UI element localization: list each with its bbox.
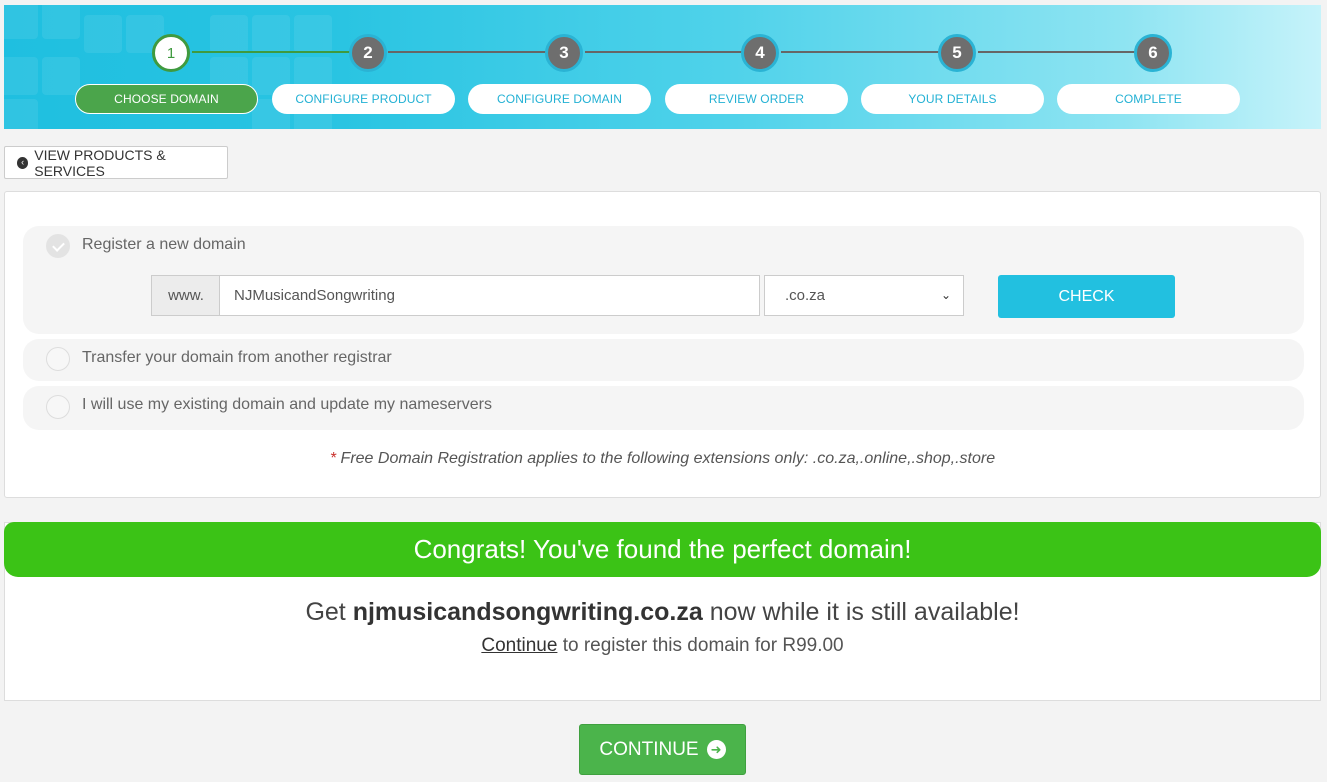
required-asterisk: * bbox=[329, 450, 337, 467]
step-5-label[interactable]: YOUR DETAILS bbox=[861, 84, 1044, 114]
view-products-label: VIEW PRODUCTS & SERVICES bbox=[34, 146, 166, 179]
tld-select[interactable]: .co.za ⌄ bbox=[764, 275, 964, 316]
step-6-label[interactable]: COMPLETE bbox=[1057, 84, 1240, 114]
step-3-number: 3 bbox=[545, 34, 583, 72]
step-connector bbox=[781, 51, 941, 53]
step-connector bbox=[585, 51, 745, 53]
step-4-label[interactable]: REVIEW ORDER bbox=[665, 84, 848, 114]
www-prefix: www. bbox=[151, 275, 220, 316]
get-prefix: Get bbox=[305, 598, 346, 626]
register-domain-label: Register a new domain bbox=[82, 236, 246, 253]
step-connector bbox=[978, 51, 1138, 53]
step-2-number: 2 bbox=[349, 34, 387, 72]
check-button[interactable]: CHECK bbox=[998, 275, 1175, 318]
view-products-button[interactable]: ‹ VIEW PRODUCTS & SERVICES bbox=[4, 146, 228, 179]
domain-available-box: Congrats! You've found the perfect domai… bbox=[4, 522, 1321, 701]
free-domain-note: * Free Domain Registration applies to th… bbox=[5, 450, 1320, 468]
register-price-text: to register this domain for R99.00 bbox=[562, 635, 844, 656]
transfer-domain-option[interactable]: Transfer your domain from another regist… bbox=[23, 339, 1304, 381]
domain-choice-panel: Register a new domain www. .co.za ⌄ CHEC… bbox=[4, 191, 1321, 498]
step-6-number: 6 bbox=[1134, 34, 1172, 72]
congrats-heading: Congrats! You've found the perfect domai… bbox=[4, 522, 1321, 577]
continue-link[interactable]: Continue bbox=[481, 635, 557, 656]
step-3-label[interactable]: CONFIGURE DOMAIN bbox=[468, 84, 651, 114]
step-connector bbox=[192, 51, 352, 53]
arrow-right-circle-icon: ➜ bbox=[706, 740, 726, 759]
step-5-number: 5 bbox=[938, 34, 976, 72]
step-1-number: 1 bbox=[152, 34, 190, 72]
register-domain-radio[interactable] bbox=[46, 234, 70, 258]
step-1-label[interactable]: CHOOSE DOMAIN bbox=[75, 84, 258, 114]
step-4-number: 4 bbox=[741, 34, 779, 72]
free-domain-note-text: Free Domain Registration applies to the … bbox=[340, 450, 996, 467]
available-domain: njmusicandsongwriting.co.za bbox=[352, 598, 703, 626]
register-domain-option[interactable]: Register a new domain www. .co.za ⌄ CHEC… bbox=[23, 226, 1304, 334]
existing-domain-radio[interactable] bbox=[46, 395, 70, 419]
chevron-down-icon: ⌄ bbox=[940, 288, 951, 302]
order-stepper: 1 2 3 4 5 6 CHOOSE DOMAIN CONFIGURE PROD… bbox=[4, 5, 1321, 129]
continue-button[interactable]: CONTINUE ➜ bbox=[579, 724, 746, 775]
step-2-label[interactable]: CONFIGURE PRODUCT bbox=[272, 84, 455, 114]
step-connector bbox=[388, 51, 548, 53]
existing-domain-label: I will use my existing domain and update… bbox=[82, 396, 492, 413]
chevron-left-circle-icon: ‹ bbox=[17, 156, 29, 169]
register-message: Continue to register this domain for R99… bbox=[5, 635, 1320, 657]
availability-message: Get njmusicandsongwriting.co.za now whil… bbox=[5, 598, 1320, 627]
continue-button-label: CONTINUE bbox=[599, 738, 699, 760]
transfer-domain-label: Transfer your domain from another regist… bbox=[82, 349, 392, 366]
transfer-domain-radio[interactable] bbox=[46, 347, 70, 371]
domain-name-input[interactable] bbox=[219, 275, 760, 316]
get-suffix: now while it is still available! bbox=[709, 598, 1020, 626]
existing-domain-option[interactable]: I will use my existing domain and update… bbox=[23, 386, 1304, 430]
tld-selected-value: .co.za bbox=[785, 287, 826, 304]
